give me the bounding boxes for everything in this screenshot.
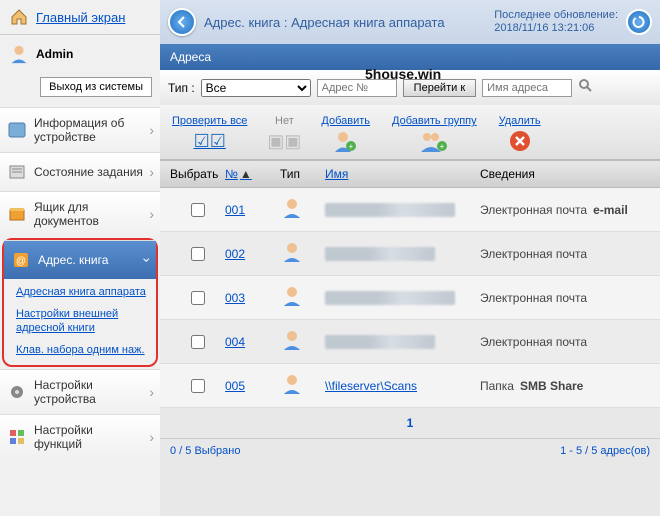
check-none-icon: ▣▣ [269,129,299,153]
col-type: Тип [280,167,325,181]
table-row: 004 Электронная почта [160,320,660,364]
selected-count: 0 / 5 Выбрано [170,445,240,457]
filter-bar: Тип : Все Перейти к [160,70,660,105]
type-label: Тип : [168,81,195,95]
col-number[interactable]: №▲ [225,167,280,181]
row-info: Электронная почта [480,335,650,349]
col-select: Выбрать [170,167,225,181]
panel-title: Адреса [160,44,660,70]
submenu-item-0[interactable]: Адресная книга аппарата [16,285,148,299]
addressbook-icon: @ [10,249,32,271]
chevron-down-icon: › [140,258,156,263]
delete-button[interactable]: Удалить [499,115,541,153]
table-header: Выбрать №▲ Тип Имя Сведения [160,160,660,188]
sidebar: Главный экран Admin Выход из системы Инф… [0,0,160,516]
table-row: 005 \\fileserver\Scans ПапкаSMB Share [160,364,660,408]
col-info: Сведения [480,167,650,181]
add-user-icon: + [331,129,361,153]
svg-text:+: + [348,142,353,151]
chevron-right-icon: › [149,206,154,222]
chevron-right-icon: › [149,429,154,445]
user-row: Admin [0,35,160,73]
chevron-right-icon: › [149,164,154,180]
table-row: 003 Электронная почта [160,276,660,320]
row-checkbox[interactable] [191,247,205,261]
row-num-link[interactable]: 001 [225,203,245,217]
row-checkbox[interactable] [191,379,205,393]
contact-avatar-icon [280,297,304,311]
row-num-link[interactable]: 002 [225,247,245,261]
check-all-icon: ☑☑ [195,129,225,153]
submenu-item-1[interactable]: Настройки внешней адресной книги [16,307,148,335]
sidebar-item-2[interactable]: Ящик для документов› [0,191,160,236]
toolbar: Проверить все ☑☑ Нет ▣▣ Добавить + Добав… [160,105,660,160]
home-link[interactable]: Главный экран [36,10,125,25]
go-button[interactable]: Перейти к [403,79,476,97]
svg-text:+: + [440,142,445,151]
sidebar-item-addressbook[interactable]: @Адрес. книга› [4,240,156,279]
row-checkbox[interactable] [191,291,205,305]
functions-icon [6,426,28,448]
contact-avatar-icon [280,341,304,355]
info-icon [6,119,28,141]
status-footer: 0 / 5 Выбрано 1 - 5 / 5 адрес(ов) [160,438,660,463]
svg-text:@: @ [16,256,26,267]
row-info: ПапкаSMB Share [480,379,650,393]
box-icon [6,203,28,225]
main-area: Адрес. книга : Адресная книга аппарата П… [160,0,660,516]
blurred-name [325,247,435,261]
add-button[interactable]: Добавить + [321,115,370,153]
row-num-link[interactable]: 005 [225,379,245,393]
row-checkbox[interactable] [191,203,205,217]
pager[interactable]: 1 [160,408,660,438]
blurred-name [325,291,455,305]
row-info: Электронная почтаe-mail [480,203,650,217]
address-num-input[interactable] [317,79,397,97]
user-avatar-icon [8,43,30,65]
add-group-icon: + [419,129,449,153]
home-icon [8,6,30,28]
table-row: 001 Электронная почтаe-mail [160,188,660,232]
sidebar-item-1[interactable]: Состояние задания› [0,152,160,191]
settings-icon [6,381,28,403]
chevron-right-icon: › [149,384,154,400]
check-none-button[interactable]: Нет ▣▣ [269,115,299,153]
last-updated: Последнее обновление: 2018/11/16 13:21:0… [494,9,618,35]
add-group-button[interactable]: Добавить группу + [392,115,477,153]
logout-button[interactable]: Выход из системы [40,77,152,97]
sidebar-item-5[interactable]: Настройки функций› [0,414,160,459]
blurred-name [325,335,435,349]
table-row: 002 Электронная почта [160,232,660,276]
home-row[interactable]: Главный экран [0,0,160,35]
search-icon[interactable] [578,78,594,97]
sort-arrow-icon: ▲ [240,167,252,181]
delete-icon [505,129,535,153]
row-num-link[interactable]: 003 [225,291,245,305]
row-info: Электронная почта [480,247,650,261]
sidebar-item-0[interactable]: Информация об устройстве› [0,107,160,152]
submenu-item-2[interactable]: Клав. набора одним наж. [16,343,148,357]
row-num-link[interactable]: 004 [225,335,245,349]
contact-avatar-icon [280,209,304,223]
type-select[interactable]: Все [201,79,311,97]
back-button[interactable] [168,8,196,36]
address-name-input[interactable] [482,79,572,97]
blurred-name [325,203,455,217]
topbar: Адрес. книга : Адресная книга аппарата П… [160,0,660,44]
row-name-link[interactable]: \\fileserver\Scans [325,379,417,393]
col-name[interactable]: Имя [325,167,480,181]
user-name: Admin [36,47,73,61]
contact-avatar-icon [280,385,304,399]
check-all-button[interactable]: Проверить все ☑☑ [172,115,247,153]
breadcrumb: Адрес. книга : Адресная книга аппарата [204,15,486,30]
refresh-button[interactable] [626,9,652,35]
row-info: Электронная почта [480,291,650,305]
total-count: 1 - 5 / 5 адрес(ов) [560,445,650,457]
contact-avatar-icon [280,253,304,267]
chevron-right-icon: › [149,122,154,138]
jobs-icon [6,161,28,183]
sidebar-item-4[interactable]: Настройки устройства› [0,369,160,414]
table-body: 001 Электронная почтаe-mail 002 Электронная… [160,188,660,408]
row-checkbox[interactable] [191,335,205,349]
